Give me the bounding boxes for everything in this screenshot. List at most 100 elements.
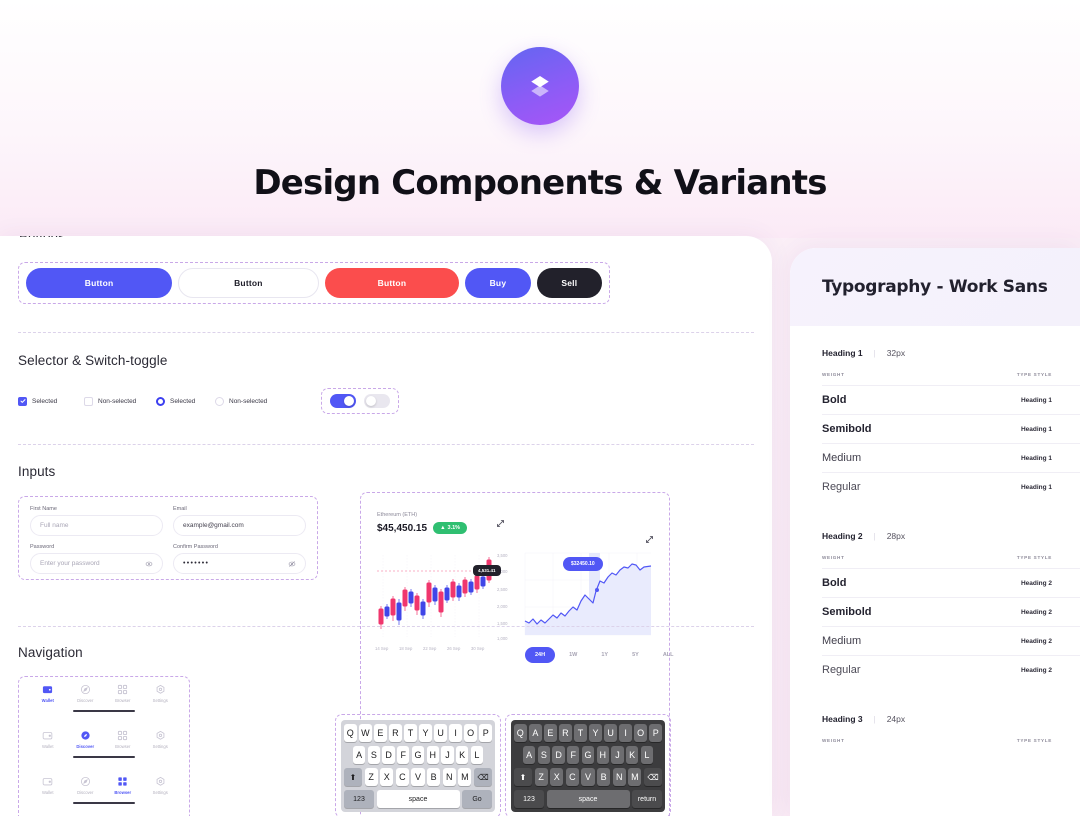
shift-key[interactable]: ⬆ <box>344 768 362 786</box>
radio-non-selected[interactable]: Non-selected <box>215 396 287 406</box>
action-key-return[interactable]: return <box>632 790 662 808</box>
confirm-password-input[interactable]: ••••••• <box>173 553 306 574</box>
key-c[interactable]: C <box>395 768 409 786</box>
password-input[interactable]: Enter your password <box>30 553 163 574</box>
button-outline[interactable]: Button <box>178 268 319 298</box>
button-danger[interactable]: Button <box>324 268 460 298</box>
key-j[interactable]: J <box>441 746 454 764</box>
key-o[interactable]: O <box>634 724 647 742</box>
space-key[interactable]: space <box>376 790 460 808</box>
tab-settings[interactable]: Settings <box>142 684 178 703</box>
key-b[interactable]: B <box>597 768 611 786</box>
key-u[interactable]: U <box>604 724 617 742</box>
key-f[interactable]: F <box>567 746 580 764</box>
key-y[interactable]: Y <box>419 724 432 742</box>
range-5y[interactable]: 5Y <box>622 647 649 663</box>
key-e[interactable]: E <box>544 724 557 742</box>
expand-icon[interactable] <box>496 515 505 533</box>
eye-off-icon[interactable] <box>288 560 296 568</box>
radio-selected[interactable]: Selected <box>156 396 215 406</box>
key-w[interactable]: W <box>359 724 372 742</box>
key-i[interactable]: I <box>619 724 632 742</box>
key-n[interactable]: N <box>442 768 456 786</box>
key-a[interactable]: A <box>523 746 536 764</box>
switch-toggle-off[interactable] <box>364 394 390 408</box>
key-p[interactable]: P <box>479 724 492 742</box>
selector-group: Selected Non-selected Selected Non-selec… <box>18 388 399 414</box>
key-d[interactable]: D <box>552 746 565 764</box>
first-name-input[interactable]: Full name <box>30 515 163 536</box>
backspace-key[interactable]: ⌫ <box>643 768 662 786</box>
key-h[interactable]: H <box>596 746 609 764</box>
key-p[interactable]: P <box>649 724 662 742</box>
key-v[interactable]: V <box>411 768 425 786</box>
key-r[interactable]: R <box>389 724 402 742</box>
key-u[interactable]: U <box>434 724 447 742</box>
key-t[interactable]: T <box>574 724 587 742</box>
key-s[interactable]: S <box>367 746 380 764</box>
key-o[interactable]: O <box>464 724 477 742</box>
email-input[interactable]: example@gmail.com <box>173 515 306 536</box>
button-sell[interactable]: Sell <box>536 268 603 298</box>
range-24h[interactable]: 24H <box>525 647 556 663</box>
key-d[interactable]: D <box>382 746 395 764</box>
key-t[interactable]: T <box>404 724 417 742</box>
key-n[interactable]: N <box>612 768 626 786</box>
tab-browser[interactable]: Browser <box>105 684 141 703</box>
key-k[interactable]: K <box>456 746 469 764</box>
key-v[interactable]: V <box>581 768 595 786</box>
key-h[interactable]: H <box>426 746 439 764</box>
key-m[interactable]: M <box>628 768 642 786</box>
tab-discover[interactable]: Discover <box>67 730 103 749</box>
numeric-key[interactable]: 123 <box>344 790 374 808</box>
tab-settings[interactable]: Settings <box>142 730 178 749</box>
key-i[interactable]: I <box>449 724 462 742</box>
key-x[interactable]: X <box>380 768 394 786</box>
tab-browser[interactable]: Browser <box>105 776 141 795</box>
backspace-key[interactable]: ⌫ <box>473 768 492 786</box>
typography-block-heading-3: Heading 3 | 24px WEIGHT TYPE STYLE <box>822 714 1080 743</box>
key-a[interactable]: A <box>353 746 366 764</box>
key-m[interactable]: M <box>458 768 472 786</box>
key-z[interactable]: Z <box>364 768 378 786</box>
key-k[interactable]: K <box>626 746 639 764</box>
key-z[interactable]: Z <box>534 768 548 786</box>
key-s[interactable]: S <box>537 746 550 764</box>
tab-browser[interactable]: Browser <box>105 730 141 749</box>
checkbox-non-selected[interactable]: Non-selected <box>84 396 156 406</box>
button-buy[interactable]: Buy <box>465 268 531 298</box>
key-j[interactable]: J <box>611 746 624 764</box>
key-b[interactable]: B <box>427 768 441 786</box>
tab-wallet[interactable]: Wallet <box>30 730 66 749</box>
key-q[interactable]: Q <box>344 724 357 742</box>
tab-settings[interactable]: Settings <box>142 776 178 795</box>
space-key[interactable]: space <box>546 790 630 808</box>
range-1w[interactable]: 1W <box>559 647 587 663</box>
key-l[interactable]: L <box>640 746 653 764</box>
key-g[interactable]: G <box>411 746 425 764</box>
key-l[interactable]: L <box>470 746 483 764</box>
range-all[interactable]: ALL <box>653 647 684 663</box>
key-f[interactable]: F <box>397 746 410 764</box>
tab-wallet[interactable]: Wallet <box>30 684 66 703</box>
switch-toggle-on[interactable] <box>330 394 356 408</box>
app-logo <box>501 47 579 125</box>
key-a2[interactable]: A <box>529 724 542 742</box>
key-e[interactable]: E <box>374 724 387 742</box>
tab-discover[interactable]: Discover <box>67 776 103 795</box>
tab-wallet[interactable]: Wallet <box>30 776 66 795</box>
tab-discover[interactable]: Discover <box>67 684 103 703</box>
key-c[interactable]: C <box>565 768 579 786</box>
key-y[interactable]: Y <box>589 724 602 742</box>
button-primary[interactable]: Button <box>26 268 173 298</box>
key-r[interactable]: R <box>559 724 572 742</box>
shift-key[interactable]: ⬆ <box>514 768 532 786</box>
action-key-go[interactable]: Go <box>462 790 492 808</box>
key-g[interactable]: G <box>581 746 595 764</box>
eye-icon[interactable] <box>145 560 153 568</box>
checkbox-selected[interactable]: Selected <box>18 396 84 406</box>
key-x[interactable]: X <box>550 768 564 786</box>
key-q[interactable]: Q <box>514 724 527 742</box>
numeric-key[interactable]: 123 <box>514 790 544 808</box>
range-1y[interactable]: 1Y <box>591 647 618 663</box>
